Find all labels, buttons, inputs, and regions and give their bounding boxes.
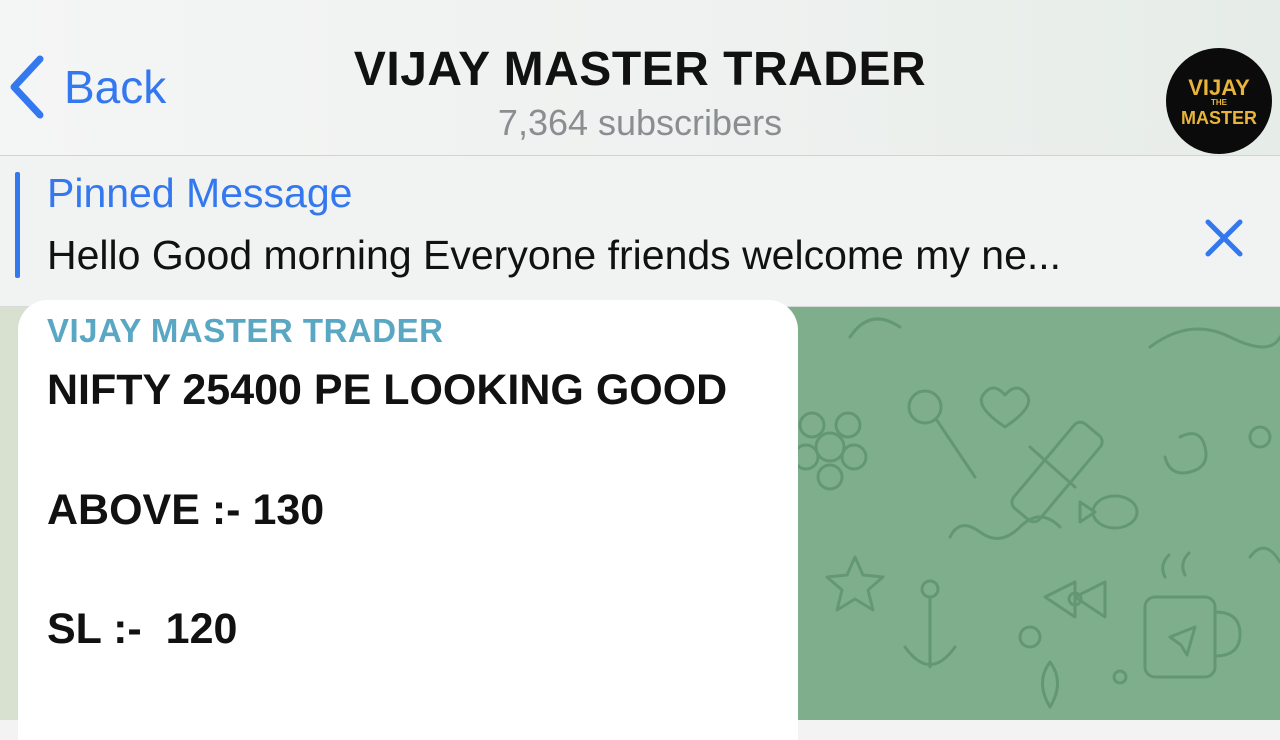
svg-text:MASTER: MASTER bbox=[1181, 108, 1257, 128]
message-line: SL :- 120 bbox=[47, 605, 238, 653]
chat-header: Back VIJAY MASTER TRADER 7,364 subscribe… bbox=[0, 0, 1280, 156]
pinned-indicator bbox=[15, 172, 20, 278]
message-sender[interactable]: VIJAY MASTER TRADER bbox=[47, 312, 443, 350]
message-line: NIFTY 25400 PE LOOKING GOOD bbox=[47, 366, 728, 414]
close-icon bbox=[1205, 219, 1243, 257]
svg-text:THE: THE bbox=[1211, 98, 1228, 107]
channel-title[interactable]: VIJAY MASTER TRADER bbox=[0, 42, 1280, 97]
subscriber-count: 7,364 subscribers bbox=[497, 102, 783, 143]
svg-text:VIJAY: VIJAY bbox=[1188, 75, 1250, 100]
close-button[interactable] bbox=[1198, 212, 1250, 264]
message-line: ABOVE :- 130 bbox=[47, 486, 325, 534]
pinned-text: Hello Good morning Everyone friends welc… bbox=[47, 232, 1062, 278]
avatar[interactable]: VIJAY THE MASTER bbox=[1166, 48, 1272, 154]
pinned-title: Pinned Message bbox=[47, 170, 353, 216]
channel-avatar-logo: VIJAY THE MASTER bbox=[1181, 75, 1257, 128]
